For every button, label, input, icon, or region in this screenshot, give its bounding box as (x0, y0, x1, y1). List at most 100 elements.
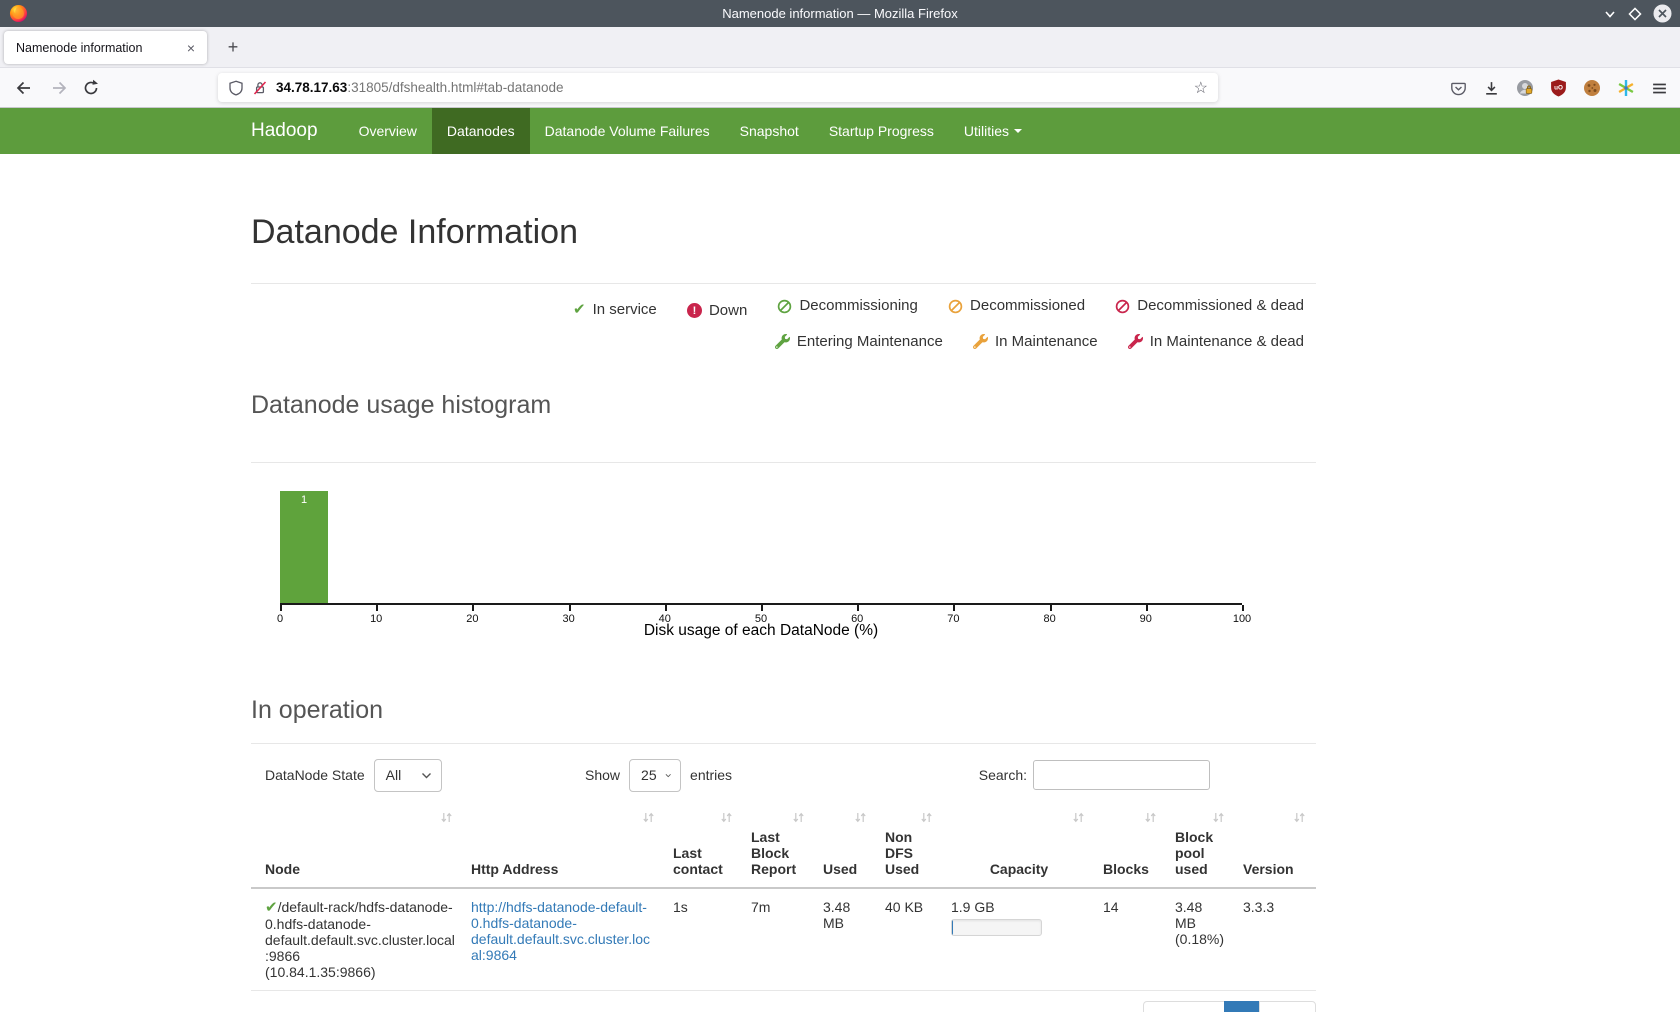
axis-tick (665, 605, 667, 611)
sort-icon[interactable] (1144, 811, 1157, 824)
datanode-table: Node Http Address Last contact Last Bloc… (251, 805, 1316, 991)
col-header-used[interactable]: Used (815, 805, 877, 888)
maximize-icon[interactable] (1628, 7, 1642, 21)
axis-tick-label: 60 (851, 613, 863, 625)
window-title: Namenode information — Mozilla Firefox (0, 0, 1680, 27)
sort-icon[interactable] (792, 811, 805, 824)
col-header-http-address[interactable]: Http Address (463, 805, 665, 888)
ublock-icon[interactable]: uO (1550, 79, 1567, 97)
table-header-row: Node Http Address Last contact Last Bloc… (251, 805, 1316, 888)
tab-close-icon[interactable]: × (183, 39, 199, 57)
nav-item-snapshot[interactable]: Snapshot (725, 108, 814, 154)
axis-tick (569, 605, 571, 611)
axis-tick-label: 90 (1140, 613, 1152, 625)
legend-in-service: ✔ In service (573, 301, 657, 319)
extension-lock-icon[interactable] (1516, 79, 1534, 97)
wrench-icon (1128, 334, 1143, 349)
sort-icon[interactable] (1072, 811, 1085, 824)
nav-item-startup-progress[interactable]: Startup Progress (814, 108, 949, 154)
axis-tick-label: 0 (277, 613, 283, 625)
axis-tick (1146, 605, 1148, 611)
col-header-blocks[interactable]: Blocks (1095, 805, 1167, 888)
axis-tick-label: 50 (755, 613, 767, 625)
pagination-page-1[interactable]: 1 (1224, 1001, 1260, 1012)
minimize-icon[interactable] (1603, 7, 1617, 21)
wrench-icon (973, 334, 988, 349)
search-label: Search: (979, 767, 1027, 783)
operation-section-title: In operation (251, 695, 1316, 725)
show-entries-select[interactable]: 25 (629, 759, 681, 792)
insecure-lock-icon[interactable] (252, 80, 268, 96)
axis-tick (761, 605, 763, 611)
axis-tick-label: 10 (370, 613, 382, 625)
axis-tick (953, 605, 955, 611)
sort-icon[interactable] (854, 811, 867, 824)
browser-tab[interactable]: Namenode information × (4, 31, 207, 64)
cell-http-address: http://hdfs-datanode-default- 0.hdfs-dat… (463, 888, 665, 991)
usage-histogram: Disk usage of each DataNode (%) 01020304… (251, 463, 1316, 638)
download-icon[interactable] (1483, 80, 1500, 97)
legend-decommissioned-dead: Decommissioned & dead (1115, 297, 1304, 315)
search-input[interactable] (1033, 760, 1210, 790)
forward-icon[interactable] (49, 78, 69, 98)
legend-in-maintenance-dead: In Maintenance & dead (1128, 333, 1304, 351)
ban-icon (777, 299, 792, 314)
pocket-icon[interactable] (1450, 80, 1467, 97)
status-legend: ✔ In service ! Down Decommissioning De (251, 297, 1316, 354)
axis-tick-label: 70 (947, 613, 959, 625)
window-titlebar: Namenode information — Mozilla Firefox (0, 0, 1680, 27)
wrench-icon (775, 334, 790, 349)
datanode-http-link[interactable]: http://hdfs-datanode-default- 0.hdfs-dat… (471, 899, 650, 963)
cell-version: 3.3.3 (1235, 888, 1316, 991)
sort-icon[interactable] (920, 811, 933, 824)
legend-in-maintenance: In Maintenance (973, 333, 1098, 351)
nav-item-utilities[interactable]: Utilities (949, 108, 1037, 154)
sort-icon[interactable] (642, 811, 655, 824)
close-window-icon[interactable] (1653, 4, 1672, 23)
url-bar[interactable]: 34.78.17.63:31805/dfshealth.html#tab-dat… (218, 73, 1218, 102)
col-header-node[interactable]: Node (251, 805, 463, 888)
cell-used: 3.48 MB (815, 888, 877, 991)
bookmark-star-icon[interactable]: ☆ (1194, 78, 1208, 98)
col-header-last-block-report[interactable]: Last Block Report (743, 805, 815, 888)
sort-icon[interactable] (440, 811, 453, 824)
brand-hadoop[interactable]: Hadoop (251, 108, 318, 154)
col-header-last-contact[interactable]: Last contact (665, 805, 743, 888)
reload-icon[interactable] (81, 78, 101, 98)
col-header-version[interactable]: Version (1235, 805, 1316, 888)
nav-item-datanodes[interactable]: Datanodes (432, 108, 530, 154)
cell-last-block-report: 7m (743, 888, 815, 991)
col-header-capacity[interactable]: Capacity (943, 805, 1095, 888)
cell-block-pool-used: 3.48 MB (0.18%) (1167, 888, 1235, 991)
sort-icon[interactable] (1212, 811, 1225, 824)
sort-icon[interactable] (720, 811, 733, 824)
sort-icon[interactable] (1293, 811, 1306, 824)
new-tab-button[interactable]: + (220, 35, 246, 61)
capacity-progress-bar (951, 919, 1042, 936)
datanode-state-select[interactable]: All (374, 759, 442, 792)
table-row: ✔/default-rack/hdfs-datanode- 0.hdfs-dat… (251, 888, 1316, 991)
page-title: Datanode Information (251, 213, 1316, 251)
legend-decommissioning: Decommissioning (777, 297, 917, 315)
legend-entering-maintenance: Entering Maintenance (775, 333, 943, 351)
cell-last-contact: 1s (665, 888, 743, 991)
col-header-non-dfs-used[interactable]: Non DFS Used (877, 805, 943, 888)
cookie-icon[interactable] (1583, 79, 1601, 97)
chevron-down-icon (421, 772, 432, 779)
legend-decommissioned: Decommissioned (948, 297, 1085, 315)
nav-item-overview[interactable]: Overview (344, 108, 432, 154)
sparkle-extension-icon[interactable] (1617, 79, 1635, 97)
menu-icon[interactable] (1651, 80, 1668, 97)
pagination-previous[interactable]: Previous (1143, 1001, 1225, 1012)
svg-text:uO: uO (1554, 84, 1563, 91)
back-icon[interactable] (14, 78, 34, 98)
url-text[interactable]: 34.78.17.63:31805/dfshealth.html#tab-dat… (276, 80, 564, 95)
url-path: :31805/dfshealth.html#tab-datanode (347, 80, 563, 95)
axis-tick (1242, 605, 1244, 611)
col-header-block-pool-used[interactable]: Block pool used (1167, 805, 1235, 888)
shield-permissions-icon[interactable] (228, 80, 244, 96)
tab-strip: Namenode information × + (0, 27, 1680, 68)
nav-item-datanode-volume-failures[interactable]: Datanode Volume Failures (530, 108, 725, 154)
datanode-state-label: DataNode State (265, 767, 365, 783)
pagination-next[interactable]: Next (1259, 1001, 1316, 1012)
